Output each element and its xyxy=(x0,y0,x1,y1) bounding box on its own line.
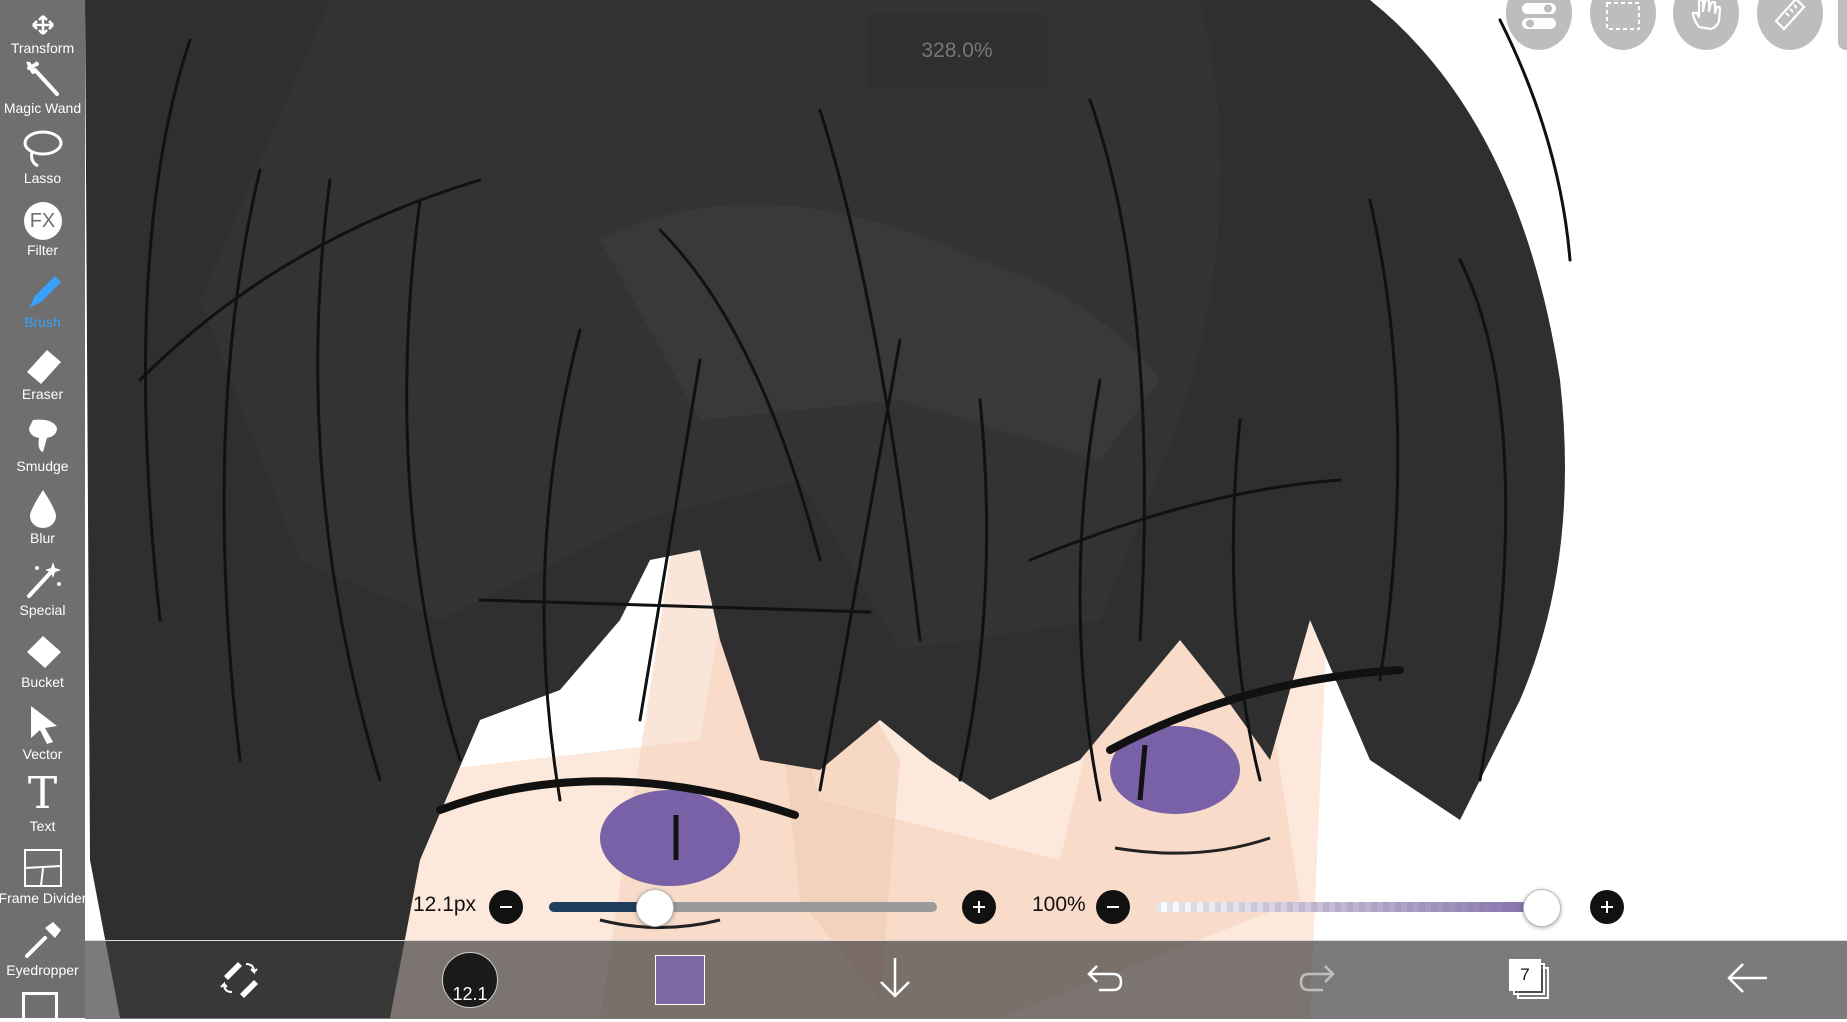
tool-blur[interactable]: Blur xyxy=(0,484,85,556)
tool-label: Brush xyxy=(24,314,61,330)
brush-settings-button[interactable]: 12.1 xyxy=(440,941,500,1019)
undo-button[interactable] xyxy=(1080,941,1130,1019)
frame-divider-icon xyxy=(21,844,65,888)
tool-label: Frame Divider xyxy=(0,890,87,906)
layer-count: 7 xyxy=(1509,959,1541,991)
tool-label: Eyedropper xyxy=(6,962,79,978)
arrow-down-icon xyxy=(877,956,913,1005)
eyedropper-icon xyxy=(21,916,65,960)
bucket-icon xyxy=(21,628,65,672)
tool-smudge[interactable]: Smudge xyxy=(0,412,85,484)
opacity-decrease-button[interactable] xyxy=(1096,890,1130,924)
tool-text[interactable]: T Text xyxy=(0,772,85,844)
plus-icon xyxy=(973,901,985,913)
brush-swap-button[interactable] xyxy=(215,941,265,1019)
tool-magic-wand[interactable]: Magic Wand xyxy=(0,54,85,126)
brush-size-thumb[interactable] xyxy=(636,889,674,927)
arrow-left-icon xyxy=(1725,962,1769,999)
selection-icon xyxy=(1605,1,1641,50)
tool-label: Bucket xyxy=(21,674,64,690)
brush-size-slider[interactable] xyxy=(549,889,937,927)
special-wand-icon xyxy=(21,556,65,600)
brush-preview: 12.1 xyxy=(442,952,498,1008)
minus-icon xyxy=(1107,906,1119,908)
back-button[interactable] xyxy=(1722,941,1772,1019)
redo-button[interactable] xyxy=(1292,941,1342,1019)
extra-button-partial[interactable] xyxy=(1838,0,1847,50)
tool-label: Magic Wand xyxy=(3,100,82,116)
brush-size-value: 12.1px xyxy=(413,893,477,916)
tool-bucket[interactable]: Bucket xyxy=(0,628,85,700)
brush-swap-icon xyxy=(218,958,262,1003)
opacity-slider[interactable] xyxy=(1155,889,1561,927)
smudge-icon xyxy=(21,412,65,456)
color-button[interactable] xyxy=(655,941,705,1019)
tool-sidebar: Transform Magic Wand Lasso FX Filter Bru… xyxy=(0,0,87,1022)
vector-cursor-icon xyxy=(21,700,65,744)
tool-frame-divider[interactable]: Frame Divider xyxy=(0,844,87,916)
minus-icon xyxy=(500,906,512,908)
tool-label: Eraser xyxy=(21,386,64,402)
download-button[interactable] xyxy=(870,941,920,1019)
opacity-thumb[interactable] xyxy=(1523,889,1561,927)
magic-wand-icon xyxy=(21,54,65,98)
text-icon: T xyxy=(27,768,58,819)
tool-filter[interactable]: FX Filter xyxy=(0,196,85,268)
zoom-indicator: 328.0% xyxy=(867,14,1047,87)
transform-icon xyxy=(21,0,65,38)
tool-lasso[interactable]: Lasso xyxy=(0,124,85,196)
undo-icon xyxy=(1085,962,1125,999)
tool-label: Smudge xyxy=(16,458,69,474)
brush-size-decrease-button[interactable] xyxy=(489,890,523,924)
layers-icon: 7 xyxy=(1509,959,1551,1001)
hand-icon xyxy=(1689,0,1723,50)
opacity-increase-button[interactable] xyxy=(1590,890,1624,924)
fx-icon: FX xyxy=(21,196,65,240)
tool-label: Lasso xyxy=(23,170,62,186)
tool-label: Text xyxy=(29,818,56,834)
tool-eraser[interactable]: Eraser xyxy=(0,340,85,412)
lasso-icon xyxy=(21,124,65,168)
tool-label: Vector xyxy=(22,746,63,762)
tool-label: Blur xyxy=(30,530,55,546)
brush-preview-label: 12.1 xyxy=(452,984,488,1004)
tool-vector[interactable]: Vector xyxy=(0,700,85,772)
eraser-icon xyxy=(21,340,65,384)
tool-label: Special xyxy=(19,602,66,618)
opacity-value: 100% xyxy=(1032,893,1086,916)
layers-button[interactable]: 7 xyxy=(1505,941,1555,1019)
bottom-toolbar: 12.1 7 xyxy=(85,940,1847,1019)
brush-icon xyxy=(21,268,65,312)
toggle-icon xyxy=(1520,1,1558,50)
blur-drop-icon xyxy=(21,484,65,528)
current-color-swatch xyxy=(655,955,705,1005)
redo-icon xyxy=(1297,962,1337,999)
tool-brush[interactable]: Brush xyxy=(0,268,85,340)
brush-size-increase-button[interactable] xyxy=(962,890,996,924)
tool-eyedropper[interactable]: Eyedropper xyxy=(0,916,85,988)
drawing-canvas[interactable] xyxy=(0,0,1847,1018)
tool-label: Filter xyxy=(26,242,59,258)
plus-icon xyxy=(1601,901,1613,913)
tool-special[interactable]: Special xyxy=(0,556,85,628)
ruler-icon xyxy=(1772,0,1808,50)
